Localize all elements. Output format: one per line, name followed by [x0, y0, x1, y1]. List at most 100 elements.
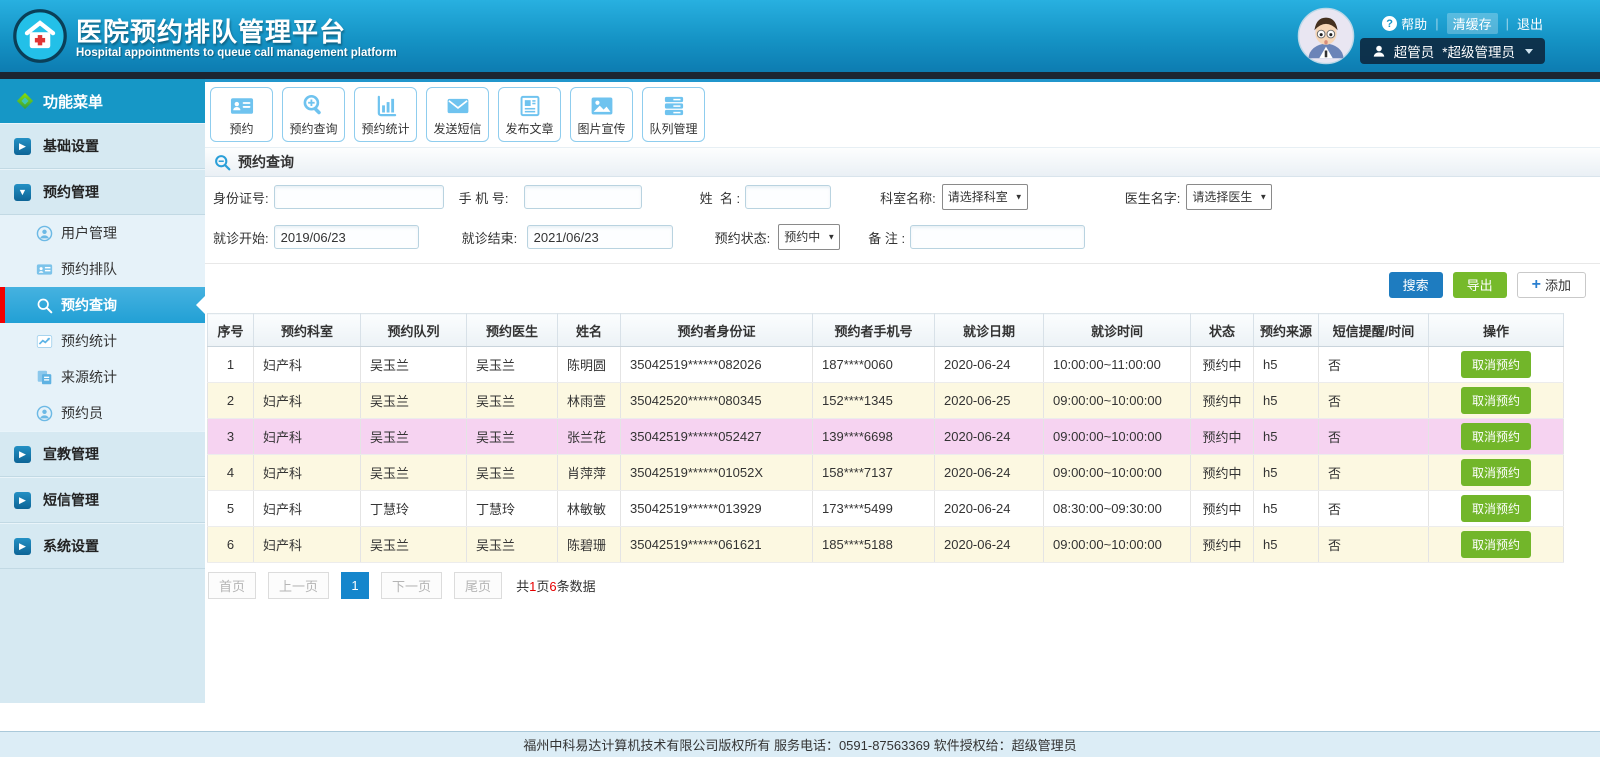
sidebar-group-publicity[interactable]: ▶ 宣教管理: [0, 431, 205, 477]
add-button[interactable]: + 添加: [1517, 272, 1586, 298]
sidebar-group-appointment[interactable]: ▼ 预约管理: [0, 169, 205, 215]
cell-date: 2020-06-24: [935, 419, 1044, 455]
cell-queue: 吴玉兰: [361, 419, 467, 455]
page-prev-button[interactable]: 上一页: [268, 572, 329, 599]
sidebar-submenu: 用户管理 预约排队 预约查询 预约统计 来源统计: [0, 215, 205, 431]
table-row[interactable]: 4 妇产科 吴玉兰 吴玉兰 肖萍萍 35042519******01052X 1…: [208, 455, 1564, 491]
user-name: *超级管理员: [1442, 41, 1515, 61]
col-doctor: 预约医生: [467, 314, 558, 347]
queue-list-icon: [659, 93, 689, 119]
toolbar-article-button[interactable]: 发布文章: [498, 87, 561, 142]
status-select[interactable]: 预约中: [778, 224, 840, 250]
visit-end-input[interactable]: [527, 225, 673, 249]
user-circle-icon: [36, 225, 53, 242]
sidebar-item-source-stats[interactable]: 来源统计: [0, 359, 205, 395]
toolbar-stats-button[interactable]: 预约统计: [354, 87, 417, 142]
cell-ops: 取消预约: [1429, 455, 1564, 491]
col-sms: 短信提醒/时间: [1319, 314, 1429, 347]
sidebar-item-user-mgmt[interactable]: 用户管理: [0, 215, 205, 251]
cell-phone: 185****5188: [813, 527, 935, 563]
cell-source: h5: [1254, 491, 1319, 527]
sidebar-item-operator[interactable]: 预约员: [0, 395, 205, 431]
search-button[interactable]: 搜索: [1389, 272, 1443, 298]
sidebar-item-queue[interactable]: 预约排队: [0, 251, 205, 287]
cancel-appointment-button[interactable]: 取消预约: [1461, 351, 1531, 378]
col-phone: 预约者手机号: [813, 314, 935, 347]
page-current-button[interactable]: 1: [341, 572, 369, 599]
cancel-appointment-button[interactable]: 取消预约: [1461, 423, 1531, 450]
cell-doctor: 吴玉兰: [467, 527, 558, 563]
sidebar-item-stats[interactable]: 预约统计: [0, 323, 205, 359]
search-plus-icon: [299, 93, 329, 119]
app-header: 医院预约排队管理平台 Hospital appointments to queu…: [0, 0, 1600, 72]
cancel-appointment-button[interactable]: 取消预约: [1461, 495, 1531, 522]
chevron-right-icon: ▶: [14, 446, 31, 463]
col-date: 就诊日期: [935, 314, 1044, 347]
id-card-input[interactable]: [274, 185, 444, 209]
cancel-appointment-button[interactable]: 取消预约: [1461, 531, 1531, 558]
help-icon: ?: [1382, 16, 1397, 31]
page-last-button[interactable]: 尾页: [454, 572, 502, 599]
sidebar-group-base[interactable]: ▶ 基础设置: [0, 123, 205, 169]
cell-status: 预约中: [1191, 347, 1254, 383]
cancel-appointment-button[interactable]: 取消预约: [1461, 387, 1531, 414]
phone-input[interactable]: [524, 185, 642, 209]
cell-queue: 吴玉兰: [361, 455, 467, 491]
cell-queue: 吴玉兰: [361, 347, 467, 383]
app-subtitle: Hospital appointments to queue call mana…: [76, 47, 397, 59]
logout-link[interactable]: 退出: [1517, 14, 1543, 33]
dept-label: 科室名称:: [880, 188, 936, 207]
cell-dept: 妇产科: [254, 419, 361, 455]
remark-input[interactable]: [910, 225, 1085, 249]
cell-time: 09:00:00~10:00:00: [1044, 383, 1191, 419]
id-card-icon: [36, 261, 53, 278]
col-seq: 序号: [208, 314, 254, 347]
plus-icon: +: [1532, 277, 1541, 293]
cell-seq: 3: [208, 419, 254, 455]
cell-sms: 否: [1319, 383, 1429, 419]
link-separator: |: [1435, 16, 1438, 31]
cell-ops: 取消预约: [1429, 527, 1564, 563]
cancel-appointment-button[interactable]: 取消预约: [1461, 459, 1531, 486]
col-source: 预约来源: [1254, 314, 1319, 347]
name-input[interactable]: [745, 185, 831, 209]
cell-phone: 139****6698: [813, 419, 935, 455]
hospital-logo-icon: [12, 8, 68, 64]
chevron-right-icon: ▶: [14, 492, 31, 509]
table-row[interactable]: 2 妇产科 吴玉兰 吴玉兰 林雨萱 35042520******080345 1…: [208, 383, 1564, 419]
clear-cache-link[interactable]: 清缓存: [1447, 13, 1498, 34]
toolbar-image-button[interactable]: 图片宣传: [570, 87, 633, 142]
toolbar-query-button[interactable]: 预约查询: [282, 87, 345, 142]
sidebar-header: 功能菜单: [0, 79, 205, 123]
export-button[interactable]: 导出: [1453, 272, 1507, 298]
cell-date: 2020-06-24: [935, 527, 1044, 563]
doctor-select[interactable]: 请选择医生: [1186, 184, 1272, 210]
appointments-table: 序号 预约科室 预约队列 预约医生 姓名 预约者身份证 预约者手机号 就诊日期 …: [207, 313, 1564, 563]
cell-ops: 取消预约: [1429, 491, 1564, 527]
sidebar-item-query[interactable]: 预约查询: [0, 287, 205, 323]
table-row[interactable]: 6 妇产科 吴玉兰 吴玉兰 陈碧珊 35042519******061621 1…: [208, 527, 1564, 563]
page-next-button[interactable]: 下一页: [381, 572, 442, 599]
cell-seq: 5: [208, 491, 254, 527]
sidebar-group-sms[interactable]: ▶ 短信管理: [0, 477, 205, 523]
dept-select[interactable]: 请选择科室: [942, 184, 1028, 210]
user-circle-icon: [36, 405, 53, 422]
visit-start-input[interactable]: [274, 225, 419, 249]
pagination-summary: 共1页6条数据: [516, 576, 596, 595]
page-first-button[interactable]: 首页: [208, 572, 256, 599]
user-menu[interactable]: 超管员 *超级管理员: [1360, 38, 1545, 64]
toolbar-queue-button[interactable]: 队列管理: [642, 87, 705, 142]
cell-dept: 妇产科: [254, 455, 361, 491]
total-records: 6: [549, 579, 556, 594]
table-row[interactable]: 1 妇产科 吴玉兰 吴玉兰 陈明圆 35042519******082026 1…: [208, 347, 1564, 383]
search-icon: [36, 297, 53, 314]
help-link[interactable]: ?帮助: [1382, 14, 1427, 33]
toolbar-sms-button[interactable]: 发送短信: [426, 87, 489, 142]
sidebar-group-system[interactable]: ▶ 系统设置: [0, 523, 205, 569]
table-row[interactable]: 3 妇产科 吴玉兰 吴玉兰 张兰花 35042519******052427 1…: [208, 419, 1564, 455]
cell-ops: 取消预约: [1429, 419, 1564, 455]
toolbar-book-button[interactable]: 预约: [210, 87, 273, 142]
table-row[interactable]: 5 妇产科 丁慧玲 丁慧玲 林敏敏 35042519******013929 1…: [208, 491, 1564, 527]
cell-time: 10:00:00~11:00:00: [1044, 347, 1191, 383]
sidebar: 功能菜单 ▶ 基础设置 ▼ 预约管理 用户管理 预约排队: [0, 79, 205, 703]
